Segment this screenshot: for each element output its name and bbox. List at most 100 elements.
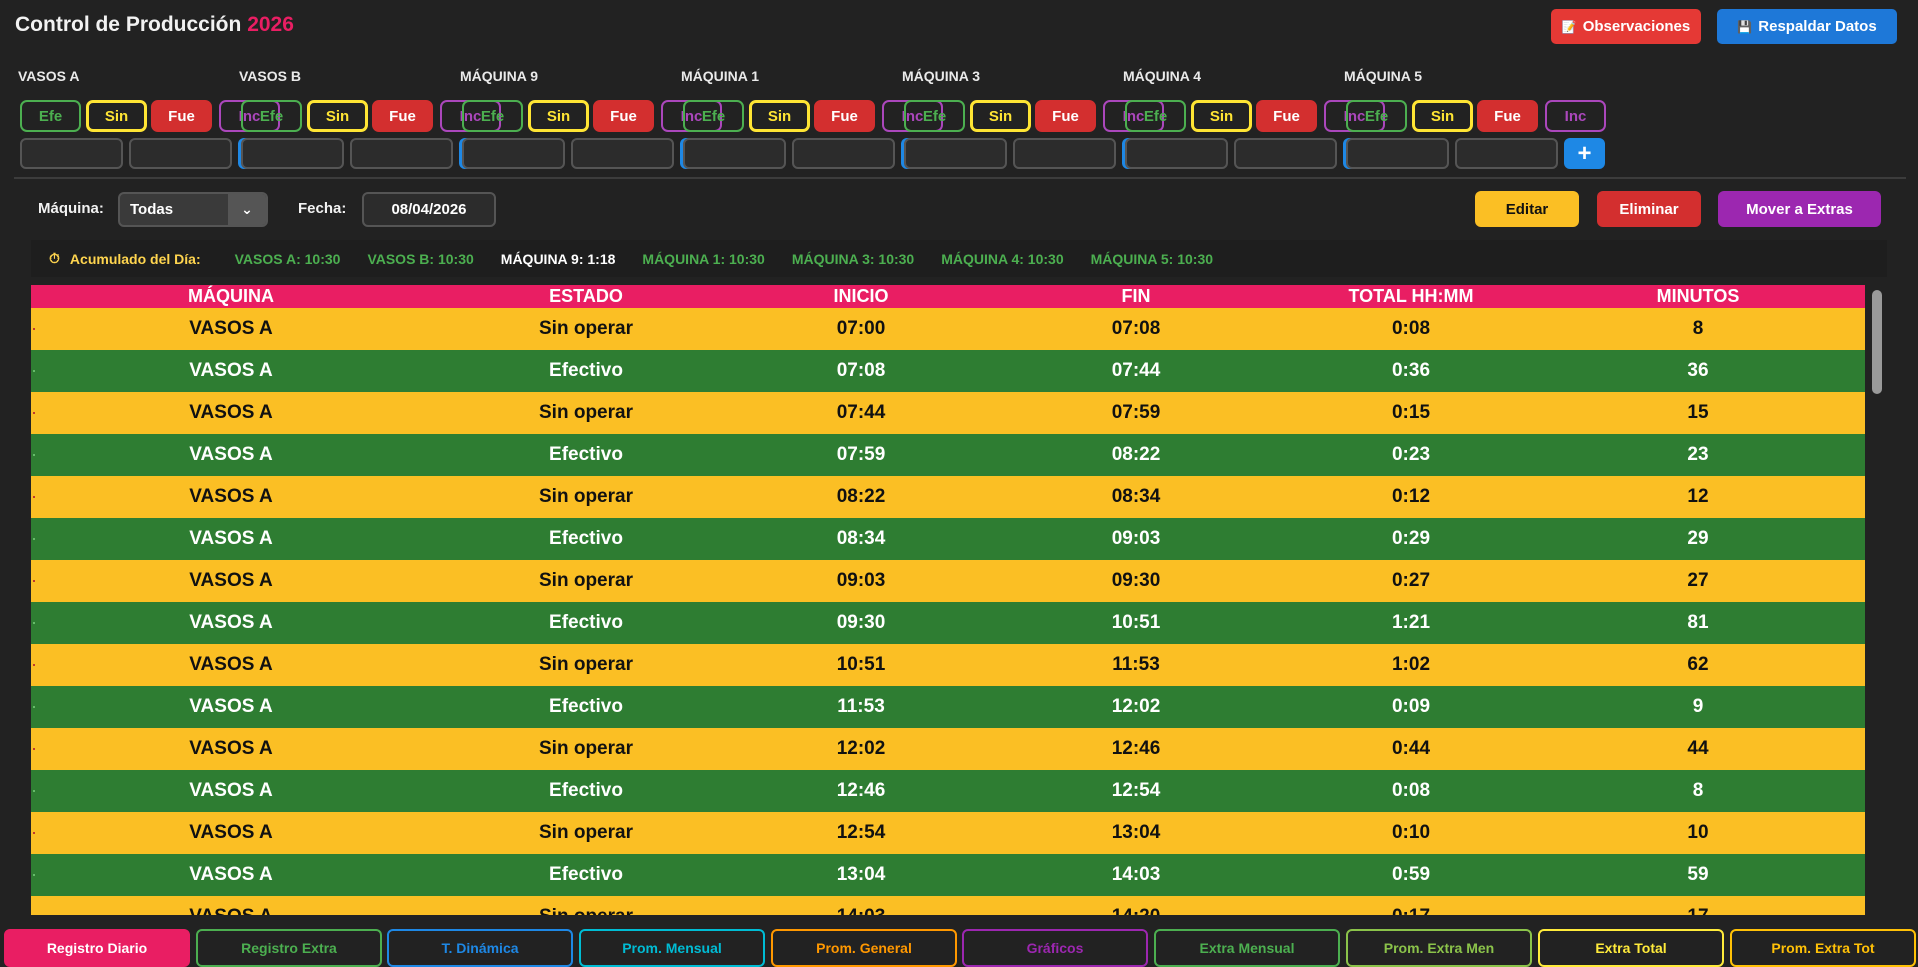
start-time-input[interactable] (241, 138, 344, 169)
tab-extra-total[interactable]: Extra Total (1538, 929, 1724, 967)
tab-registro-extra[interactable]: Registro Extra (196, 929, 382, 967)
column-header-inicio[interactable]: INICIO (741, 286, 981, 307)
start-time-input[interactable] (904, 138, 1007, 169)
row-marker (33, 874, 35, 876)
sin-operar-button[interactable]: Sin (970, 100, 1031, 132)
fuera-button[interactable]: Fue (593, 100, 654, 132)
cell-inicio: 07:44 (836, 402, 886, 423)
table-row[interactable]: VASOS A Efectivo 13:04 14:03 0:59 59 (31, 854, 1865, 896)
efectivo-button[interactable]: Efe (20, 100, 81, 132)
end-time-input[interactable] (1013, 138, 1116, 169)
start-time-input[interactable] (683, 138, 786, 169)
tab-registro-diario[interactable]: Registro Diario (4, 929, 190, 967)
table-row[interactable]: VASOS A Efectivo 09:30 10:51 1:21 81 (31, 602, 1865, 644)
column-header-maquina[interactable]: MÁQUINA (31, 286, 431, 307)
cell-fin: 11:53 (1112, 654, 1160, 675)
efectivo-button[interactable]: Efe (1125, 100, 1186, 132)
efectivo-button[interactable]: Efe (683, 100, 744, 132)
end-time-input[interactable] (129, 138, 232, 169)
incidencia-button[interactable]: Inc (1545, 100, 1606, 132)
start-time-input[interactable] (1346, 138, 1449, 169)
table-scrollbar[interactable] (1872, 290, 1882, 394)
cell-maquina: VASOS A (189, 738, 273, 759)
table-row[interactable]: VASOS A Sin operar 07:00 07:08 0:08 8 (31, 308, 1865, 350)
column-header-total-hh-mm[interactable]: TOTAL HH:MM (1291, 286, 1531, 307)
cell-fin: 07:08 (1111, 318, 1161, 339)
efectivo-button[interactable]: Efe (462, 100, 523, 132)
fuera-button[interactable]: Fue (151, 100, 212, 132)
production-table: MÁQUINA ESTADO INICIO FIN TOTAL HH:MM MINUTOS… (31, 285, 1865, 915)
move-to-extras-button[interactable]: Mover a Extras (1718, 191, 1881, 227)
cell-fin: 08:22 (1111, 444, 1161, 465)
fuera-button[interactable]: Fue (1035, 100, 1096, 132)
table-row[interactable]: VASOS ASin operar14:0314:200:1717 (31, 896, 1865, 915)
table-row[interactable]: VASOS A Efectivo 11:53 12:02 0:09 9 (31, 686, 1865, 728)
cell-estado: Sin operar (539, 822, 633, 843)
cell-fin: 12:54 (1111, 780, 1161, 801)
cell-minutos: 29 (1687, 528, 1709, 549)
column-header-minutos[interactable]: MINUTOS (1531, 286, 1865, 307)
cell-maquina: VASOS A (189, 654, 273, 675)
fuera-button[interactable]: Fue (1477, 100, 1538, 132)
add-record-button[interactable]: + (1564, 138, 1605, 169)
sin-operar-button[interactable]: Sin (528, 100, 589, 132)
end-time-input[interactable] (571, 138, 674, 169)
machine-panels: VASOS A Efe Sin Fue Inc + VASOS B Efe Si… (0, 60, 1918, 175)
efectivo-button[interactable]: Efe (1346, 100, 1407, 132)
table-row[interactable]: VASOS A Sin operar 08:22 08:34 0:12 12 (31, 476, 1865, 518)
efectivo-button[interactable]: Efe (241, 100, 302, 132)
tab-t-dinamica[interactable]: T. Dinámica (387, 929, 573, 967)
start-time-input[interactable] (1125, 138, 1228, 169)
table-row[interactable]: VASOS A Efectivo 07:59 08:22 0:23 23 (31, 434, 1865, 476)
observaciones-button[interactable]: 📝 Observaciones (1551, 9, 1701, 44)
backup-button[interactable]: 💾 Respaldar Datos (1717, 9, 1897, 44)
table-row[interactable]: VASOS A Sin operar 12:02 12:46 0:44 44 (31, 728, 1865, 770)
start-time-input[interactable] (20, 138, 123, 169)
machine-filter-select[interactable]: Todas ⌄ (118, 192, 268, 227)
cell-estado: Sin operar (431, 906, 741, 915)
sin-operar-button[interactable]: Sin (1412, 100, 1473, 132)
table-row[interactable]: VASOS A Efectivo 12:46 12:54 0:08 8 (31, 770, 1865, 812)
end-time-input[interactable] (1455, 138, 1558, 169)
efectivo-button[interactable]: Efe (904, 100, 965, 132)
table-row[interactable]: VASOS A Sin operar 09:03 09:30 0:27 27 (31, 560, 1865, 602)
table-row[interactable]: VASOS A Efectivo 08:34 09:03 0:29 29 (31, 518, 1865, 560)
tab-prom-extra-men[interactable]: Prom. Extra Men (1346, 929, 1532, 967)
end-time-input[interactable] (1234, 138, 1337, 169)
edit-button[interactable]: Editar (1475, 191, 1579, 227)
fuera-button[interactable]: Fue (814, 100, 875, 132)
cell-total: 0:23 (1391, 444, 1431, 465)
column-header-estado[interactable]: ESTADO (431, 286, 741, 307)
row-marker (33, 580, 35, 582)
machine-name: MÁQUINA 5 (1344, 68, 1423, 84)
machine-name: MÁQUINA 4 (1123, 68, 1202, 84)
cell-fin: 14:03 (1111, 864, 1161, 885)
tab-extra-mensual[interactable]: Extra Mensual (1154, 929, 1340, 967)
table-row[interactable]: VASOS A Sin operar 12:54 13:04 0:10 10 (31, 812, 1865, 854)
sin-operar-button[interactable]: Sin (86, 100, 147, 132)
table-row[interactable]: VASOS A Sin operar 07:44 07:59 0:15 15 (31, 392, 1865, 434)
tab-graficos[interactable]: Gráficos (962, 929, 1148, 967)
table-row[interactable]: VASOS A Efectivo 07:08 07:44 0:36 36 (31, 350, 1865, 392)
fuera-button[interactable]: Fue (1256, 100, 1317, 132)
cell-total: 0:17 (1291, 906, 1531, 915)
start-time-input[interactable] (462, 138, 565, 169)
cell-estado: Sin operar (539, 402, 633, 423)
end-time-input[interactable] (350, 138, 453, 169)
column-header-fin[interactable]: FIN (981, 286, 1291, 307)
observaciones-label: Observaciones (1582, 18, 1691, 35)
tab-prom-extra-tot[interactable]: Prom. Extra Tot (1730, 929, 1916, 967)
tab-prom-mensual[interactable]: Prom. Mensual (579, 929, 765, 967)
sin-operar-button[interactable]: Sin (1191, 100, 1252, 132)
sin-operar-button[interactable]: Sin (749, 100, 810, 132)
fuera-button[interactable]: Fue (372, 100, 433, 132)
table-row[interactable]: VASOS A Sin operar 10:51 11:53 1:02 62 (31, 644, 1865, 686)
date-field[interactable]: 08/04/2026 (362, 192, 496, 227)
tab-prom-general[interactable]: Prom. General (771, 929, 957, 967)
cell-fin: 09:03 (1111, 528, 1161, 549)
delete-button[interactable]: Eliminar (1597, 191, 1701, 227)
sin-operar-button[interactable]: Sin (307, 100, 368, 132)
cell-inicio: 10:51 (836, 654, 886, 675)
end-time-input[interactable] (792, 138, 895, 169)
cell-inicio: 09:03 (836, 570, 886, 591)
